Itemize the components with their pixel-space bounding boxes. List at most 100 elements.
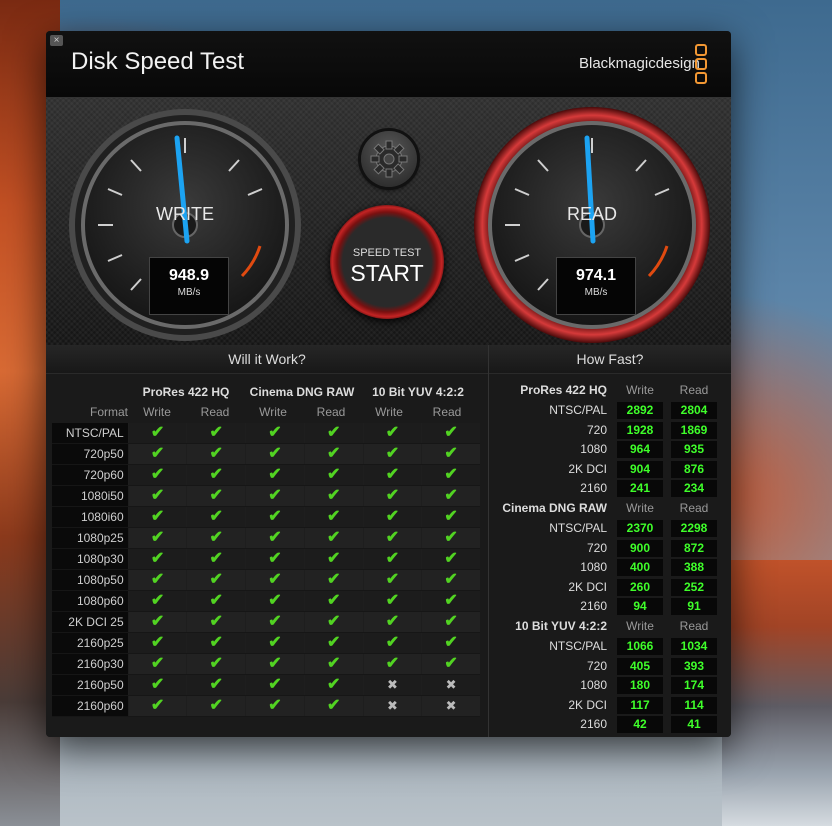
settings-button[interactable] bbox=[361, 131, 417, 187]
checkmark-icon: ✔ bbox=[362, 549, 422, 569]
read-speed-unit: MB/s bbox=[584, 287, 608, 298]
checkmark-icon: ✔ bbox=[303, 654, 363, 674]
write-fps-value: 2892 bbox=[617, 402, 663, 419]
checkmark-icon: ✔ bbox=[303, 423, 363, 443]
checkmark-icon: ✔ bbox=[303, 696, 363, 716]
write-fps-value: 400 bbox=[617, 559, 663, 577]
table-row: 1080p30 ✔ ✔ ✔ ✔ ✔ ✔ bbox=[52, 549, 480, 570]
checkmark-icon: ✔ bbox=[127, 696, 187, 716]
checkmark-icon: ✔ bbox=[127, 675, 187, 695]
table-row: 1080 400 388 bbox=[489, 558, 731, 577]
title-bar: × Disk Speed Test Blackmagicdesign bbox=[46, 31, 731, 98]
format-label: 2160p30 bbox=[52, 654, 128, 674]
read-fps-value: 393 bbox=[671, 657, 717, 675]
checkmark-icon: ✔ bbox=[245, 528, 304, 548]
checkmark-icon: ✔ bbox=[245, 570, 304, 590]
checkmark-icon: ✔ bbox=[127, 570, 187, 590]
table-row: 1080p50 ✔ ✔ ✔ ✔ ✔ ✔ bbox=[52, 570, 480, 591]
start-button[interactable]: SPEED TEST START bbox=[330, 205, 444, 319]
checkmark-icon: ✔ bbox=[186, 549, 246, 569]
read-fps-value: 234 bbox=[671, 480, 717, 498]
checkmark-icon: ✔ bbox=[362, 507, 422, 527]
format-label: 2160p60 bbox=[52, 696, 128, 716]
resolution-label: 1080 bbox=[580, 560, 607, 575]
table-row: 2160p30 ✔ ✔ ✔ ✔ ✔ ✔ bbox=[52, 654, 480, 675]
cross-icon: ✖ bbox=[362, 696, 422, 716]
checkmark-icon: ✔ bbox=[303, 528, 363, 548]
checkmark-icon: ✔ bbox=[245, 486, 304, 506]
table-row: 720 900 872 bbox=[489, 539, 731, 558]
read-subheader: Read bbox=[679, 501, 709, 515]
format-label: 720p50 bbox=[52, 444, 128, 464]
checkmark-icon: ✔ bbox=[421, 570, 480, 590]
read-fps-value: 388 bbox=[671, 559, 717, 577]
checkmark-icon: ✔ bbox=[186, 696, 246, 716]
checkmark-icon: ✔ bbox=[421, 549, 480, 569]
gauge-panel: WRITE 948.9 MB/s READ 974.1 MB/s SPEED T… bbox=[46, 98, 731, 345]
write-subheader: Write bbox=[626, 383, 654, 397]
checkmark-icon: ✔ bbox=[421, 444, 480, 464]
checkmark-icon: ✔ bbox=[303, 444, 363, 464]
checkmark-icon: ✔ bbox=[421, 633, 480, 653]
write-label: WRITE bbox=[156, 204, 214, 224]
checkmark-icon: ✔ bbox=[303, 486, 363, 506]
checkmark-icon: ✔ bbox=[127, 486, 187, 506]
read-fps-value: 935 bbox=[671, 441, 717, 459]
resolution-label: NTSC/PAL bbox=[549, 521, 607, 535]
write-subheader: Write bbox=[143, 405, 171, 419]
format-label: 1080i60 bbox=[52, 507, 128, 527]
how-fast-heading: How Fast? bbox=[489, 345, 731, 374]
table-row: 1080i60 ✔ ✔ ✔ ✔ ✔ ✔ bbox=[52, 507, 480, 528]
checkmark-icon: ✔ bbox=[127, 591, 187, 611]
read-speed-value: 974.1 bbox=[575, 267, 617, 284]
checkmark-icon: ✔ bbox=[245, 675, 304, 695]
table-row: NTSC/PAL 2892 2804 bbox=[489, 401, 731, 420]
checkmark-icon: ✔ bbox=[421, 612, 480, 632]
checkmark-icon: ✔ bbox=[303, 570, 363, 590]
checkmark-icon: ✔ bbox=[362, 570, 422, 590]
write-subheader: Write bbox=[259, 405, 287, 419]
format-label: NTSC/PAL bbox=[52, 423, 128, 443]
table-row: 2160 241 234 bbox=[489, 479, 731, 498]
read-fps-value: 114 bbox=[671, 696, 717, 714]
resolution-label: 2160 bbox=[580, 599, 607, 614]
resolution-label: 2160 bbox=[580, 717, 607, 732]
will-it-work-heading: Will it Work? bbox=[46, 345, 488, 374]
table-row: 720 405 393 bbox=[489, 657, 731, 676]
close-icon[interactable]: × bbox=[50, 35, 63, 46]
checkmark-icon: ✔ bbox=[421, 423, 480, 443]
checkmark-icon: ✔ bbox=[362, 465, 422, 485]
will-it-work-grid: NTSC/PAL ✔ ✔ ✔ ✔ ✔ ✔ 720p50 ✔ ✔ ✔ ✔ ✔ ✔ 720p60 ✔ ✔ ✔ ✔ ✔ ✔ 10… bbox=[52, 423, 480, 717]
read-subheader: Read bbox=[432, 405, 462, 419]
format-label: 1080p60 bbox=[52, 591, 128, 611]
table-row: 2160 42 41 bbox=[489, 715, 731, 734]
checkmark-icon: ✔ bbox=[186, 528, 246, 548]
read-fps-value: 2804 bbox=[671, 402, 717, 419]
checkmark-icon: ✔ bbox=[303, 591, 363, 611]
start-button-caption: SPEED TEST bbox=[352, 247, 422, 259]
table-row: 2160p25 ✔ ✔ ✔ ✔ ✔ ✔ bbox=[52, 633, 480, 654]
write-fps-value: 42 bbox=[617, 716, 663, 734]
desktop-wallpaper-right bbox=[722, 560, 832, 826]
format-column-header: Format bbox=[89, 405, 128, 419]
checkmark-icon: ✔ bbox=[245, 633, 304, 653]
resolution-label: 1080 bbox=[580, 678, 607, 693]
checkmark-icon: ✔ bbox=[303, 633, 363, 653]
checkmark-icon: ✔ bbox=[362, 444, 422, 464]
table-row: 2K DCI 117 114 bbox=[489, 696, 731, 715]
table-row: 720p60 ✔ ✔ ✔ ✔ ✔ ✔ bbox=[52, 465, 480, 486]
resolution-label: NTSC/PAL bbox=[549, 639, 607, 653]
table-row: 2K DCI 260 252 bbox=[489, 578, 731, 597]
resolution-label: 720 bbox=[586, 422, 607, 437]
write-fps-value: 180 bbox=[617, 677, 663, 695]
checkmark-icon: ✔ bbox=[303, 465, 363, 485]
checkmark-icon: ✔ bbox=[245, 507, 304, 527]
read-fps-value: 174 bbox=[671, 677, 717, 695]
checkmark-icon: ✔ bbox=[186, 444, 246, 464]
checkmark-icon: ✔ bbox=[303, 675, 363, 695]
table-row: 1080i50 ✔ ✔ ✔ ✔ ✔ ✔ bbox=[52, 486, 480, 507]
checkmark-icon: ✔ bbox=[421, 591, 480, 611]
table-row: 1080p60 ✔ ✔ ✔ ✔ ✔ ✔ bbox=[52, 591, 480, 612]
read-fps-value: 2298 bbox=[671, 520, 717, 537]
read-fps-value: 252 bbox=[671, 578, 717, 596]
